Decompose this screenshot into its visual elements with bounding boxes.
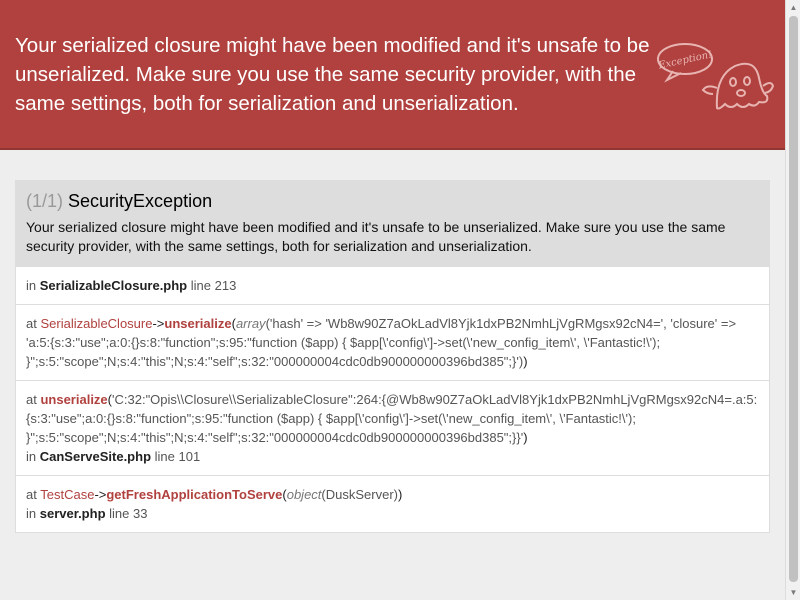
at-label: at [26, 392, 37, 407]
frame-line: 33 [133, 506, 148, 521]
frame-method[interactable]: unserialize [40, 392, 107, 407]
trace-frame: at unserialize('C:32:"Opis\\Closure\\Ser… [16, 380, 769, 475]
in-label: in [26, 278, 37, 293]
ghost-icon: Exception! [657, 43, 775, 110]
frame-arg-type: array [235, 316, 266, 331]
frame-class[interactable]: TestCase [40, 487, 94, 502]
exception-class: SecurityException [68, 191, 213, 211]
frame-close-paren: ) [523, 354, 528, 369]
line-label: line [154, 449, 175, 464]
trace-frame: at TestCase->getFreshApplicationToServe (… [16, 475, 769, 532]
exception-message: Your serialized closure might have been … [26, 219, 726, 254]
frame-method[interactable]: getFreshApplicationToServe [106, 487, 282, 502]
origin-line: 213 [214, 278, 237, 293]
frame-file: CanServeSite.php [39, 449, 152, 464]
frame-method[interactable]: unserialize [164, 316, 231, 331]
exception-panel: (1/1) SecurityException Your serialized … [15, 180, 770, 533]
frame-arg-type: object [286, 487, 322, 502]
origin-file: SerializableClosure.php [39, 278, 188, 293]
exception-panel-header: (1/1) SecurityException Your serialized … [16, 181, 769, 266]
line-label: line [109, 506, 130, 521]
frame-close-paren: ) [398, 487, 403, 502]
in-label: in [26, 506, 37, 521]
frame-class[interactable]: SerializableClosure [40, 316, 152, 331]
frame-line: 101 [178, 449, 201, 464]
trace-origin: in SerializableClosure.php line 213 [16, 266, 769, 304]
frame-arrow: -> [152, 316, 165, 331]
page-viewport: Your serialized closure might have been … [0, 0, 785, 600]
header-message: Your serialized closure might have been … [15, 34, 650, 115]
frame-args: (DuskServer) [321, 487, 398, 502]
scroll-down-arrow-icon[interactable]: ▼ [786, 585, 800, 600]
in-label: in [26, 449, 37, 464]
vertical-scrollbar[interactable]: ▲ ▼ [785, 0, 800, 600]
exception-title: (1/1) SecurityException [26, 190, 759, 212]
exception-count: (1/1) [26, 191, 64, 211]
line-label: line [190, 278, 211, 293]
scroll-up-arrow-icon[interactable]: ▲ [786, 0, 800, 15]
scrollbar-thumb[interactable] [789, 16, 798, 582]
exception-header: Your serialized closure might have been … [0, 0, 785, 150]
trace-frame: at SerializableClosure->unserialize(arra… [16, 304, 769, 380]
frame-args: 'C:32:"Opis\\Closure\\SerializableClosur… [26, 392, 758, 445]
frame-arrow: -> [94, 487, 107, 502]
at-label: at [26, 316, 37, 331]
at-label: at [26, 487, 37, 502]
frame-close-paren: ) [523, 430, 528, 445]
frame-file: server.php [39, 506, 106, 521]
